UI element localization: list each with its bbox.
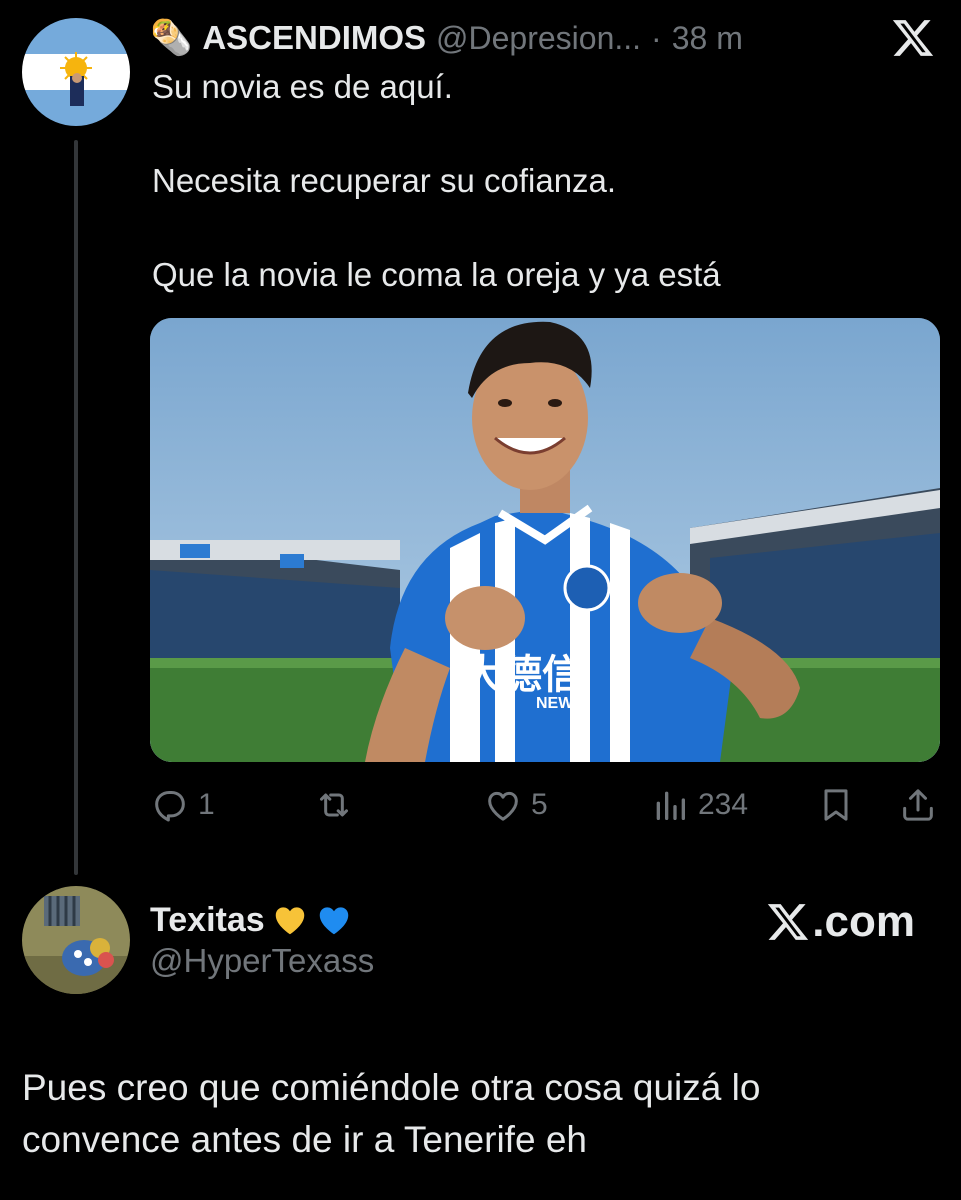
tweet-paragraph: Necesita recuperar su cofianza.	[152, 162, 617, 199]
reply-author-handle[interactable]: @HyperTexass	[150, 942, 374, 980]
x-com-brand: .com	[766, 894, 915, 950]
tweet-paragraph: Que la novia le coma la oreja y ya está	[152, 256, 721, 293]
tweet-action-bar: 1 5 234	[150, 780, 940, 830]
views-chart-icon	[656, 791, 685, 820]
top-tweet-header: 🌯 ASCENDIMOS @Depresion... · 38 m	[150, 14, 743, 62]
reply-icon	[155, 791, 185, 822]
avatar-argentina-flag[interactable]	[22, 18, 130, 126]
bookmark-button[interactable]	[816, 780, 856, 830]
tweet-paragraph: Su novia es de aquí.	[152, 68, 453, 105]
top-tweet-text: Su novia es de aquí. Necesita recuperar …	[152, 64, 942, 346]
reply-author-display-name[interactable]: Texitas	[150, 901, 265, 940]
reply-tweet-text: Pues creo que comiéndole otra cosa quizá…	[22, 1067, 761, 1160]
share-icon	[903, 789, 933, 821]
share-button[interactable]	[898, 780, 938, 830]
views-button[interactable]: 234	[650, 780, 748, 830]
repost-icon	[320, 793, 348, 817]
shirt-sponsor-sub: NEWS	[536, 695, 584, 712]
heart-outline-icon	[488, 791, 518, 821]
like-button[interactable]: 5	[483, 780, 548, 830]
bottom-tweet-header: Texitas	[150, 894, 353, 946]
x-com-text: .com	[812, 897, 915, 946]
separator-dot: ·	[651, 19, 662, 56]
burrito-emoji: 🌯	[150, 19, 193, 57]
yellow-heart-icon	[275, 907, 304, 935]
like-count: 5	[531, 788, 548, 821]
bookmark-icon	[824, 789, 848, 821]
tweet-timestamp[interactable]: 38 m	[672, 20, 743, 57]
screenshot: 🌯 ASCENDIMOS @Depresion... · 38 m Su nov…	[0, 0, 961, 1200]
tweet-media-photo[interactable]: 大德信 NEWS	[150, 318, 940, 762]
x-logo-icon	[768, 904, 809, 940]
reply-button[interactable]: 1	[150, 780, 215, 830]
author-handle[interactable]: @Depresion...	[436, 20, 641, 57]
reply-count: 1	[198, 788, 215, 821]
x-logo-icon	[891, 16, 935, 60]
author-display-name[interactable]: ASCENDIMOS	[202, 19, 426, 57]
views-count: 234	[698, 788, 749, 821]
thread-connector-line	[74, 140, 78, 875]
avatar-texitas[interactable]	[22, 886, 130, 994]
repost-button[interactable]	[314, 780, 362, 830]
shirt-sponsor-text: 大德信	[462, 652, 582, 698]
blue-heart-icon	[319, 907, 348, 935]
